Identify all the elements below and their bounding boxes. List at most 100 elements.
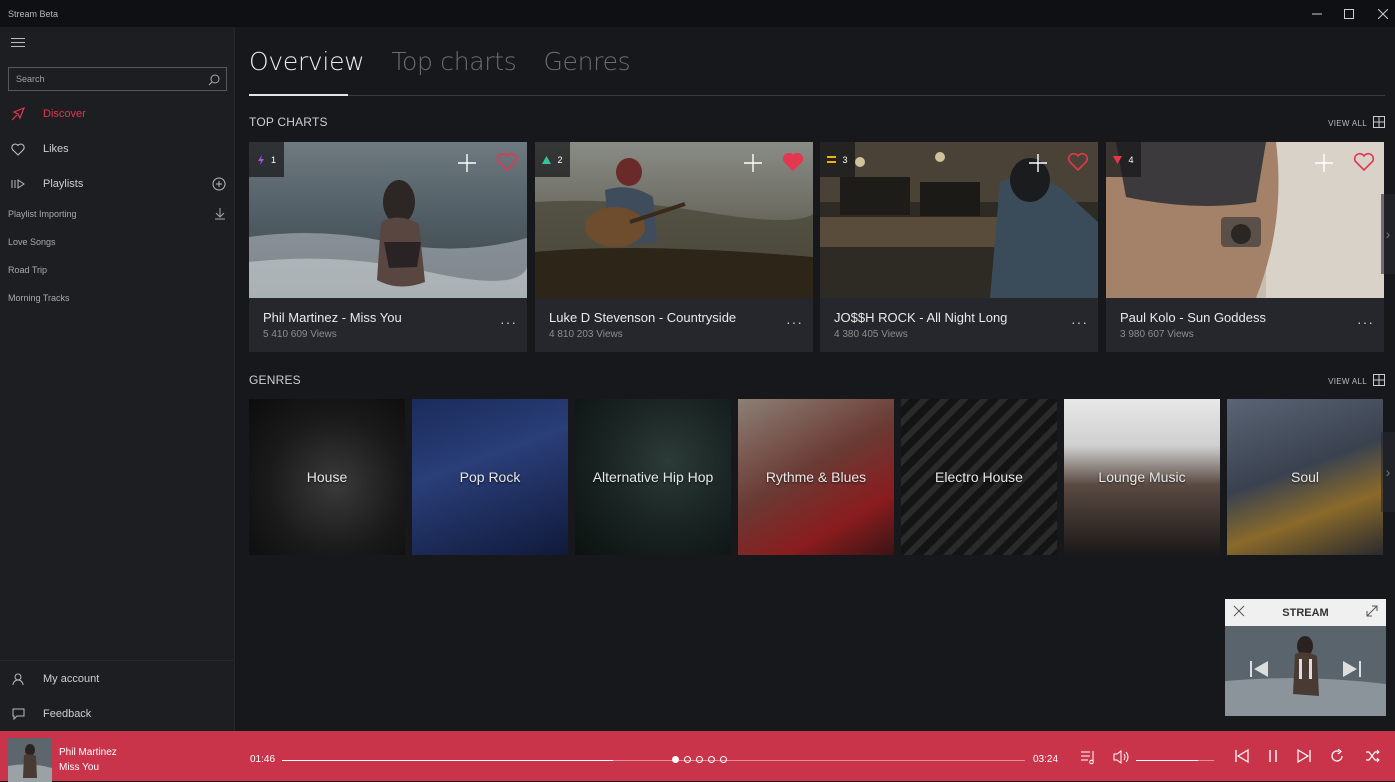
chart-card-views: 3 980 607 Views	[1120, 329, 1194, 340]
trend-up-icon	[542, 155, 552, 164]
top-charts-heading: TOP CHARTS	[249, 115, 328, 129]
sidebar-bottom: My account Feedback	[0, 660, 234, 720]
genre-tile[interactable]: Alternative Hip Hop	[575, 399, 731, 555]
queue-icon[interactable]	[1080, 749, 1098, 767]
volume-icon[interactable]	[1113, 749, 1131, 767]
genre-tile[interactable]: Rythme & Blues	[738, 399, 894, 555]
page-dot[interactable]	[720, 756, 727, 763]
genre-tile[interactable]: House	[249, 399, 405, 555]
heart-icon	[0, 143, 36, 156]
tab-bar: Overview Top charts Genres	[249, 47, 631, 76]
nav-playlists[interactable]: Playlists	[0, 169, 234, 199]
chart-card-image	[535, 142, 813, 298]
chart-card-title: Luke D Stevenson - Countryside	[549, 310, 737, 325]
chart-card[interactable]: 4 Paul Kolo - Sun Goddess 3 980 607 View…	[1106, 142, 1384, 352]
grid-icon	[1373, 374, 1385, 388]
previous-track-icon[interactable]	[1250, 661, 1268, 682]
mini-player-header: STREAM	[1225, 599, 1386, 626]
expand-icon[interactable]	[1366, 605, 1378, 620]
tab-top-charts[interactable]: Top charts	[391, 47, 516, 76]
chart-card-title: Paul Kolo - Sun Goddess	[1120, 310, 1266, 325]
minimize-icon[interactable]	[1300, 0, 1334, 27]
scroll-right-icon[interactable]: ›	[1381, 432, 1395, 512]
maximize-icon[interactable]	[1332, 0, 1366, 27]
nav-discover[interactable]: Discover	[0, 99, 234, 129]
add-to-playlist-icon[interactable]	[1026, 151, 1050, 175]
page-dot[interactable]	[708, 756, 715, 763]
shuffle-icon[interactable]	[1365, 749, 1383, 767]
view-all-label: VIEW ALL	[1328, 118, 1367, 128]
genres-view-all[interactable]: VIEW ALL	[1328, 374, 1385, 388]
view-all-label: VIEW ALL	[1328, 376, 1367, 386]
rank-badge: 1	[249, 142, 284, 177]
volume-slider[interactable]	[1136, 760, 1214, 761]
like-heart-icon[interactable]	[1067, 152, 1089, 174]
previous-track-icon[interactable]	[1235, 748, 1253, 767]
more-options-icon[interactable]: ···	[786, 314, 803, 330]
page-dot[interactable]	[672, 756, 679, 763]
nav-feedback[interactable]: Feedback	[0, 699, 234, 729]
pause-icon[interactable]	[1297, 659, 1315, 684]
liked-heart-icon[interactable]	[782, 152, 804, 174]
sidebar: Discover Likes Playlists Playlist Import…	[0, 27, 235, 731]
download-icon[interactable]	[214, 207, 226, 225]
next-track-icon[interactable]	[1343, 661, 1361, 682]
user-icon	[0, 673, 36, 686]
chart-card-image	[1106, 142, 1384, 298]
tab-genres[interactable]: Genres	[543, 47, 630, 76]
rank-number: 4	[1128, 154, 1134, 165]
scroll-right-icon[interactable]: ›	[1381, 194, 1395, 274]
close-icon[interactable]	[1233, 605, 1245, 620]
chart-card-views: 4 810 203 Views	[549, 329, 623, 340]
chart-card[interactable]: 2 Luke D Stevenson - Countryside 4 810 2…	[535, 142, 813, 352]
playlist-icon	[0, 178, 36, 190]
genre-tile[interactable]: Electro House	[901, 399, 1057, 555]
page-dot[interactable]	[696, 756, 703, 763]
app-title: Stream Beta	[8, 8, 59, 19]
genre-name: Lounge Music	[1098, 469, 1186, 485]
more-options-icon[interactable]: ···	[500, 314, 517, 330]
genre-name: Rythme & Blues	[765, 469, 867, 485]
add-to-playlist-icon[interactable]	[455, 151, 479, 175]
repeat-icon[interactable]	[1330, 748, 1348, 767]
next-track-icon[interactable]	[1297, 748, 1315, 767]
playlist-item[interactable]: Love Songs	[8, 237, 56, 247]
more-options-icon[interactable]: ···	[1357, 314, 1374, 330]
add-to-playlist-icon[interactable]	[741, 151, 765, 175]
top-charts-view-all[interactable]: VIEW ALL	[1328, 116, 1385, 130]
like-heart-icon[interactable]	[496, 152, 518, 174]
rank-badge: 4	[1106, 142, 1141, 177]
feedback-icon	[0, 708, 36, 720]
genre-tile[interactable]: Soul	[1227, 399, 1383, 555]
tab-overview[interactable]: Overview	[249, 47, 365, 76]
playlist-item[interactable]: Road Trip	[8, 265, 47, 275]
trend-same-icon	[827, 156, 837, 163]
genre-tile[interactable]: Lounge Music	[1064, 399, 1220, 555]
nav-likes[interactable]: Likes	[0, 134, 234, 164]
add-playlist-icon[interactable]	[212, 177, 226, 194]
rank-number: 1	[270, 154, 276, 165]
add-to-playlist-icon[interactable]	[1312, 151, 1336, 175]
close-icon[interactable]	[1366, 0, 1395, 27]
more-options-icon[interactable]: ···	[1071, 314, 1088, 330]
chart-card[interactable]: 1 Phil Martinez - Miss You 5 410 609 Vie…	[249, 142, 527, 352]
search-input[interactable]	[9, 68, 199, 90]
mini-player-title: STREAM	[1282, 606, 1329, 619]
search-icon[interactable]	[208, 73, 220, 91]
hamburger-menu-icon[interactable]	[11, 38, 25, 48]
chart-card[interactable]: 3 JO$$H ROCK - All Night Long 4 380 405 …	[820, 142, 1098, 352]
playlist-item[interactable]: Morning Tracks	[8, 293, 70, 303]
page-dot[interactable]	[684, 756, 691, 763]
genre-tile[interactable]: Pop Rock	[412, 399, 568, 555]
nav-playlists-label: Playlists	[43, 178, 84, 190]
playlist-item[interactable]: Playlist Importing	[8, 209, 77, 219]
page-indicator	[672, 756, 727, 763]
rank-badge: 3	[820, 142, 855, 177]
like-heart-icon[interactable]	[1353, 152, 1375, 174]
pause-icon[interactable]	[1267, 749, 1285, 767]
progress-bar[interactable]	[282, 760, 1025, 761]
nav-my-account[interactable]: My account	[0, 664, 234, 694]
nav-discover-label: Discover	[43, 108, 86, 120]
now-playing-artwork[interactable]	[8, 738, 52, 782]
search-box	[8, 67, 227, 91]
